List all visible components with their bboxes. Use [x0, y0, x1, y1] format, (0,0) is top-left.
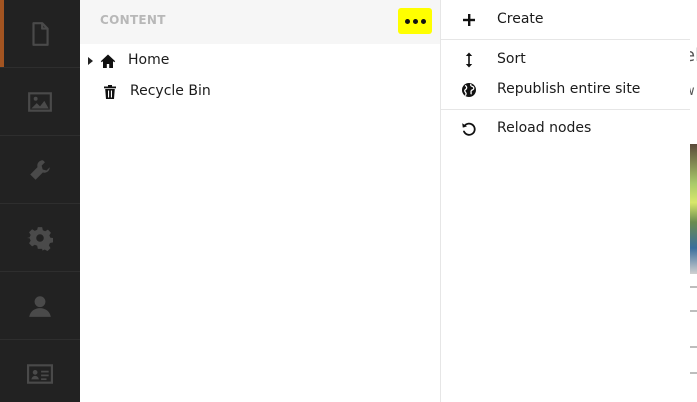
- caption-line: [690, 346, 697, 348]
- menu-item-label: Republish entire site: [497, 81, 641, 97]
- gear-icon: [27, 226, 53, 251]
- menu-item-label: Reload nodes: [497, 120, 592, 136]
- id-card-icon: [27, 363, 53, 384]
- tree-node-label: Home: [128, 52, 170, 68]
- rail-item-content[interactable]: [0, 0, 80, 68]
- background-page-edge: el w: [690, 0, 697, 402]
- rail-item-settings[interactable]: [0, 204, 80, 272]
- app: CONTENT Home Recycle Bin Create Sort Rep…: [0, 0, 697, 402]
- rail-item-members[interactable]: [0, 340, 80, 402]
- rail-item-users[interactable]: [0, 272, 80, 340]
- document-icon: [32, 21, 49, 46]
- content-tree-panel: CONTENT Home Recycle Bin: [80, 0, 441, 402]
- more-options-button[interactable]: [398, 8, 432, 34]
- menu-item-sort[interactable]: Sort: [441, 45, 690, 75]
- section-title: CONTENT: [100, 13, 166, 27]
- rail-item-media[interactable]: [0, 68, 80, 136]
- caption-line: [690, 310, 697, 312]
- wrench-icon: [30, 159, 50, 180]
- edge-text-fragment: w: [690, 84, 695, 99]
- tree-node-label: Recycle Bin: [130, 83, 211, 99]
- menu-divider: [441, 39, 690, 40]
- section-rail: [0, 0, 80, 402]
- menu-item-label: Sort: [497, 51, 526, 67]
- reload-icon: [462, 122, 476, 136]
- menu-item-create[interactable]: Create: [441, 5, 690, 35]
- user-icon: [29, 295, 51, 317]
- tree-node-home[interactable]: Home: [80, 46, 440, 76]
- menu-item-republish[interactable]: Republish entire site: [441, 75, 690, 105]
- rail-item-developer[interactable]: [0, 136, 80, 204]
- edge-text-fragment: el: [690, 45, 697, 66]
- menu-divider: [441, 109, 690, 110]
- plus-icon: [463, 14, 475, 26]
- menu-item-label: Create: [497, 11, 544, 27]
- tree-node-recycle-bin[interactable]: Recycle Bin: [80, 77, 440, 107]
- background-image-fragment: [690, 144, 697, 274]
- tree-header: CONTENT: [80, 0, 440, 44]
- caption-line: [690, 372, 697, 374]
- vertical-arrows-icon: [465, 52, 473, 68]
- expand-caret-icon[interactable]: [88, 57, 93, 65]
- actions-menu: Create Sort Republish entire site Reload…: [441, 0, 690, 402]
- menu-item-reload-nodes[interactable]: Reload nodes: [441, 114, 690, 144]
- home-icon: [100, 54, 116, 68]
- ellipsis-icon: [404, 18, 426, 24]
- trash-icon: [104, 85, 116, 99]
- image-icon: [28, 91, 52, 112]
- caption-line: [690, 286, 697, 288]
- globe-icon: [462, 83, 476, 97]
